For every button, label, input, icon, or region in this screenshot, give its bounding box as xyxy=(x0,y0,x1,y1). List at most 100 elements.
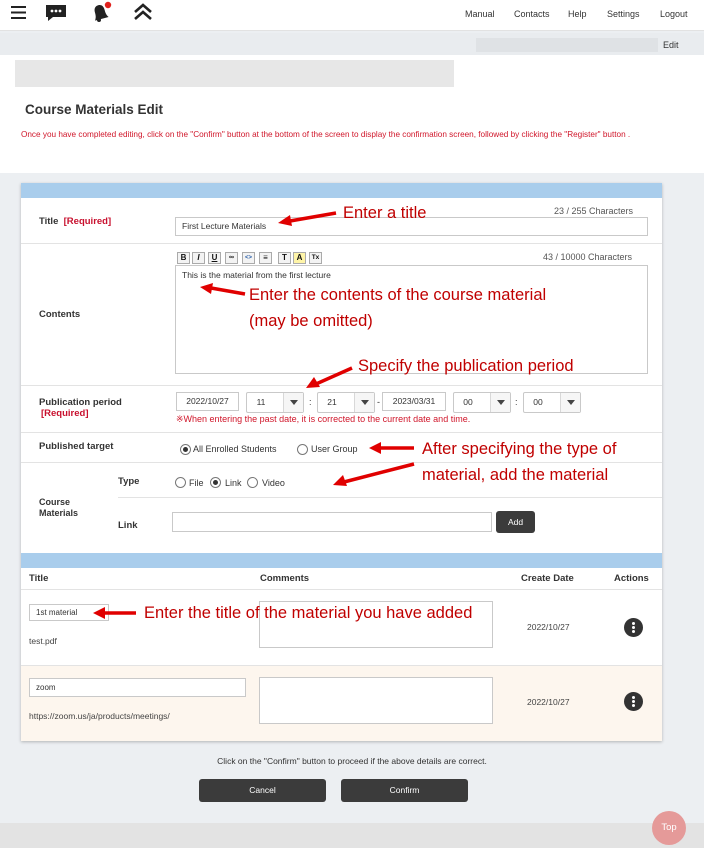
link-input[interactable] xyxy=(172,512,492,532)
period-note: ※When entering the past date, it is corr… xyxy=(176,414,471,424)
contents-char-count: 43 / 10000 Characters xyxy=(543,252,633,262)
target-all-label: All Enrolled Students xyxy=(193,444,277,454)
nav-settings-link[interactable]: Settings xyxy=(607,9,640,19)
annotation-contents-2: (may be omitted) xyxy=(249,312,373,330)
annotation-arrow xyxy=(333,462,415,486)
end-minute-value: 00 xyxy=(533,397,543,407)
type-video-radio[interactable] xyxy=(247,477,258,488)
end-hour-select[interactable]: 00 xyxy=(453,392,511,413)
annotation-arrow xyxy=(306,366,353,388)
annotation-material-title: Enter the title of the material you have… xyxy=(144,604,473,622)
link-label: Link xyxy=(118,520,138,531)
confirm-button[interactable]: Confirm xyxy=(341,779,468,802)
annotation-arrow xyxy=(200,283,246,296)
breadcrumb-current: Edit xyxy=(663,40,679,50)
divider xyxy=(21,243,662,244)
instruction-text: Once you have completed editing, click o… xyxy=(21,130,631,139)
end-hour-value: 00 xyxy=(463,397,473,407)
nav-logout-link[interactable]: Logout xyxy=(660,9,688,19)
back-to-top-button[interactable]: Top xyxy=(652,811,686,845)
annotation-type-1: After specifying the type of xyxy=(422,440,617,458)
top-nav-bar: Manual Contacts Help Settings Logout xyxy=(0,0,704,31)
page-title: Course Materials Edit xyxy=(25,102,164,117)
list-button[interactable]: ≡ xyxy=(259,252,272,264)
create-date: 2022/10/27 xyxy=(527,697,570,707)
chevron-down-icon xyxy=(560,393,580,412)
confirm-note: Click on the "Confirm" button to proceed… xyxy=(217,756,487,766)
breadcrumb-parent-placeholder xyxy=(476,38,658,52)
text-color-button[interactable]: A xyxy=(293,252,306,264)
annotation-type-2: material, add the material xyxy=(422,466,609,484)
range-dash: - xyxy=(377,397,380,407)
table-top-bar xyxy=(21,553,662,568)
end-date-input[interactable]: 2023/03/31 xyxy=(382,392,446,411)
chevron-down-icon xyxy=(490,393,510,412)
end-minute-select[interactable]: 00 xyxy=(523,392,581,413)
cancel-button[interactable]: Cancel xyxy=(199,779,326,802)
divider xyxy=(21,665,662,666)
title-label: Title [Required] xyxy=(39,216,112,227)
contents-label: Contents xyxy=(39,309,81,320)
chevron-down-icon xyxy=(354,393,374,412)
bell-icon[interactable] xyxy=(89,1,113,23)
type-file-radio[interactable] xyxy=(175,477,186,488)
time-separator: : xyxy=(309,397,312,407)
bold-button[interactable]: B xyxy=(177,252,190,264)
italic-button[interactable]: I xyxy=(192,252,205,264)
annotation-arrow xyxy=(93,607,136,619)
annotation-period: Specify the publication period xyxy=(358,357,574,375)
annotation-arrow xyxy=(278,211,337,226)
start-hour-select[interactable]: 11 xyxy=(246,392,304,413)
create-date: 2022/10/27 xyxy=(527,622,570,632)
type-file-label: File xyxy=(189,478,204,488)
period-label: Publication period xyxy=(39,397,122,408)
nav-manual-link[interactable]: Manual xyxy=(465,9,495,19)
chevron-down-icon xyxy=(283,393,303,412)
code-button[interactable]: <> xyxy=(242,252,255,264)
divider xyxy=(21,432,662,433)
start-date-input[interactable]: 2022/10/27 xyxy=(176,392,239,411)
start-minute-value: 21 xyxy=(327,397,337,407)
clear-format-button[interactable]: Tx xyxy=(309,252,322,264)
more-vertical-icon[interactable] xyxy=(624,618,643,637)
comment-input[interactable] xyxy=(259,677,493,724)
annotation-title: Enter a title xyxy=(343,204,427,222)
annotation-contents-1: Enter the contents of the course materia… xyxy=(249,286,547,304)
col-header-title: Title xyxy=(29,573,49,584)
period-required: [Required] xyxy=(41,408,89,419)
link-button[interactable]: ∞ xyxy=(225,252,238,264)
chat-icon[interactable] xyxy=(45,4,67,22)
nav-help-link[interactable]: Help xyxy=(568,9,587,19)
type-link-radio[interactable] xyxy=(210,477,221,488)
course-name-placeholder xyxy=(15,60,454,87)
col-header-comments: Comments xyxy=(260,573,310,584)
target-group-radio[interactable] xyxy=(297,444,308,455)
title-char-count: 23 / 255 Characters xyxy=(554,206,634,216)
type-label: Type xyxy=(118,476,140,487)
time-separator: : xyxy=(515,397,518,407)
divider xyxy=(21,589,662,590)
more-vertical-icon[interactable] xyxy=(624,692,643,711)
col-header-actions: Actions xyxy=(614,573,649,584)
type-video-label: Video xyxy=(262,478,285,488)
add-button[interactable]: Add xyxy=(496,511,535,533)
chevron-up-icon[interactable] xyxy=(133,3,153,21)
type-link-label: Link xyxy=(225,478,242,488)
material-link-url: https://zoom.us/ja/products/meetings/ xyxy=(29,711,170,721)
materials-label: Course Materials xyxy=(39,497,79,518)
underline-button[interactable]: U xyxy=(208,252,221,264)
form-top-bar xyxy=(21,183,662,198)
material-title-input[interactable]: zoom xyxy=(29,678,246,697)
target-all-radio[interactable] xyxy=(180,444,191,455)
start-minute-select[interactable]: 21 xyxy=(317,392,375,413)
target-label: Published target xyxy=(39,441,114,452)
start-hour-value: 11 xyxy=(256,397,266,407)
text-size-button[interactable]: T xyxy=(278,252,291,264)
target-group-label: User Group xyxy=(311,444,358,454)
menu-icon[interactable] xyxy=(11,6,26,19)
page-footer xyxy=(0,823,704,848)
annotation-arrow xyxy=(369,442,414,454)
nav-contacts-link[interactable]: Contacts xyxy=(514,9,550,19)
divider xyxy=(118,497,662,498)
material-file-name: test.pdf xyxy=(29,636,57,646)
